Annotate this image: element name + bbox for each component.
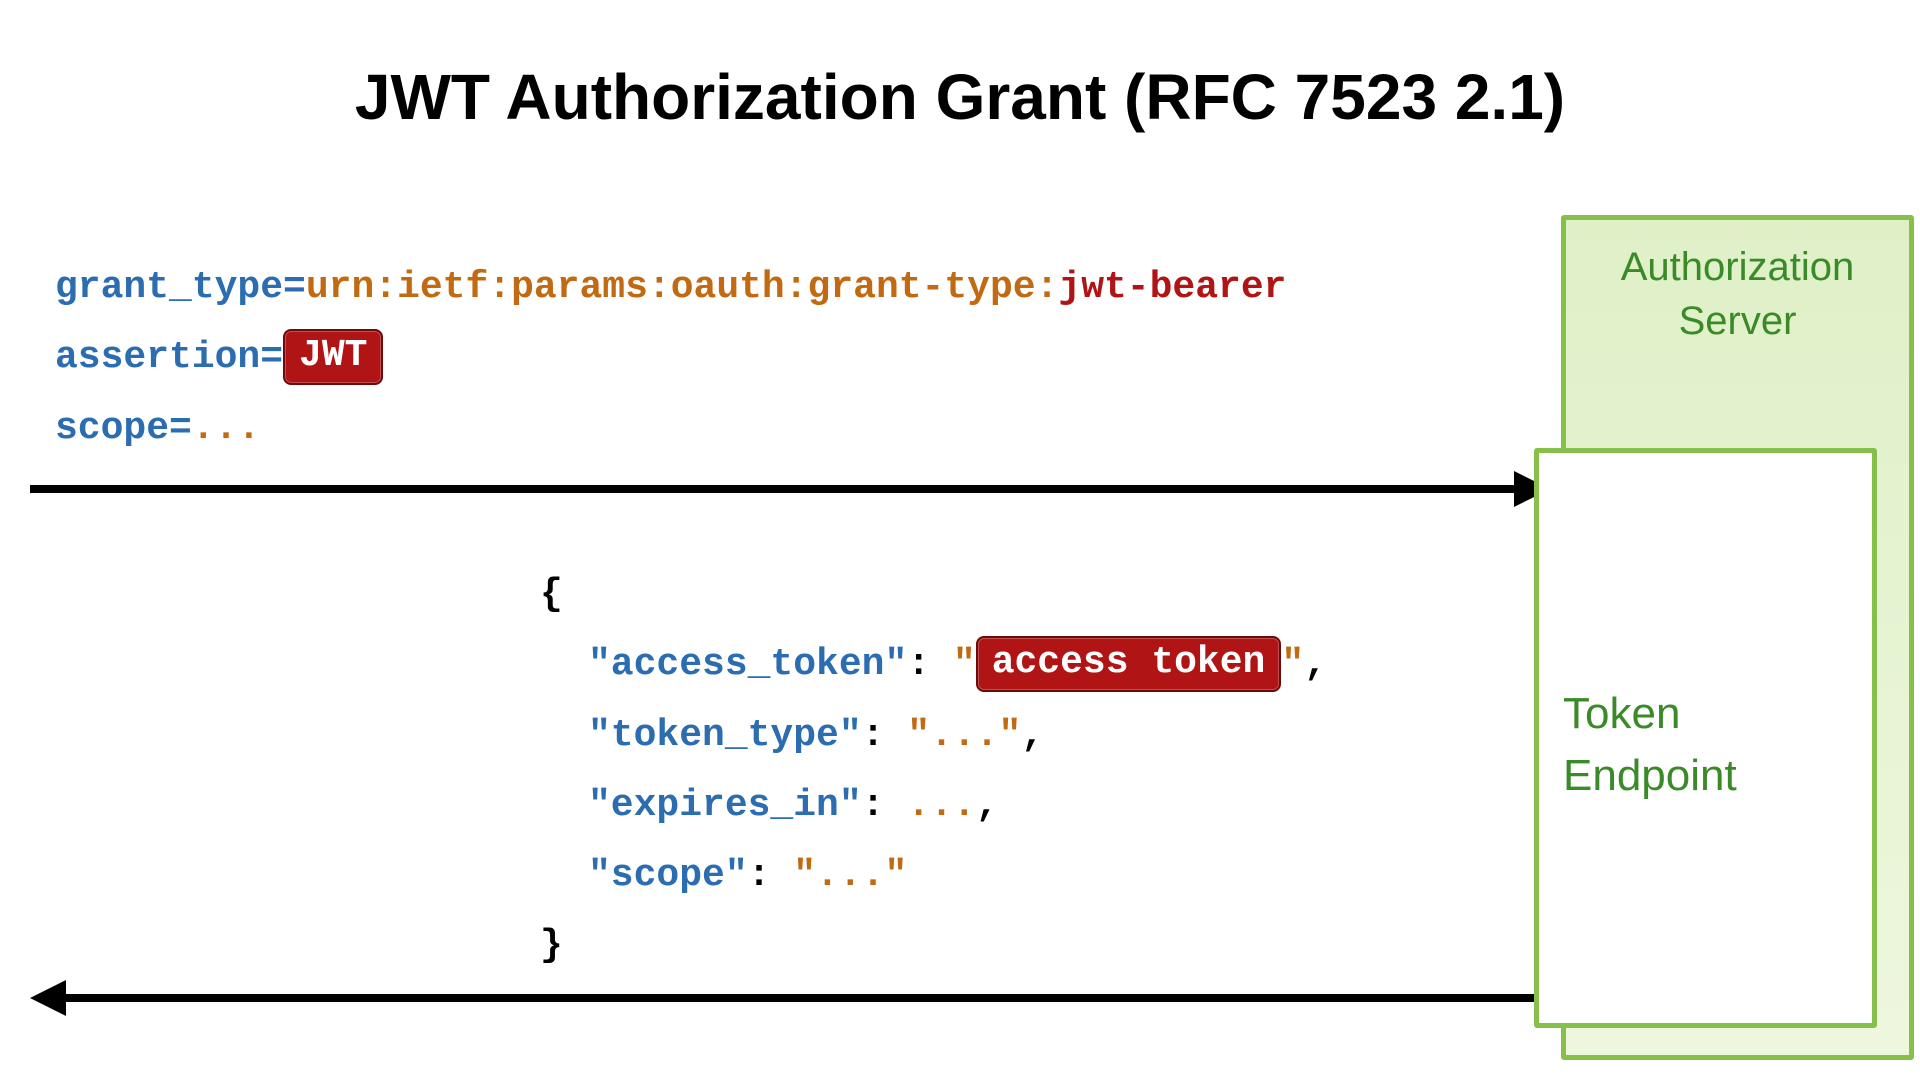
page-title: JWT Authorization Grant (RFC 7523 2.1) [0,60,1920,134]
json-close-brace: } [540,911,1327,981]
param-assertion: assertion=JWT [55,323,1286,393]
arrow-line [60,994,1550,1002]
param-key: grant_type [55,266,283,309]
json-colon: : [862,714,908,757]
param-value: ... [192,407,260,450]
json-field-scope: "scope": "..." [540,841,1327,911]
arrow-head-left-icon [30,980,66,1016]
json-quote: " [953,643,976,686]
param-value-suffix: jwt-bearer [1058,266,1286,309]
json-open-brace: { [540,560,1327,630]
jwt-chip: JWT [283,329,383,385]
access-token-chip: access token [976,636,1282,692]
json-colon: : [748,854,794,897]
json-comma: , [976,784,999,827]
token-endpoint-label: TokenEndpoint [1563,683,1737,806]
token-response-json: { "access_token": "access token", "token… [540,560,1327,982]
equals-sign: = [283,266,306,309]
param-scope: scope=... [55,394,1286,464]
token-request-params: grant_type=urn:ietf:params:oauth:grant-t… [55,253,1286,464]
json-field-expires-in: "expires_in": ..., [540,771,1327,841]
json-key: "expires_in" [588,784,862,827]
json-field-token-type: "token_type": "...", [540,701,1327,771]
json-quote: " [1281,643,1304,686]
json-value: "..." [907,714,1021,757]
json-comma: , [1021,714,1044,757]
json-key: "access_token" [588,643,907,686]
json-key: "token_type" [588,714,862,757]
authorization-server-label: AuthorizationServer [1566,240,1909,348]
response-arrow [30,988,1550,1008]
json-key: "scope" [588,854,748,897]
param-value-urn: urn:ietf:params:oauth:grant-type: [306,266,1059,309]
token-endpoint-box: TokenEndpoint [1534,448,1877,1028]
json-value: ... [907,784,975,827]
param-key: scope [55,407,169,450]
param-key: assertion [55,336,260,379]
json-value: "..." [793,854,907,897]
equals-sign: = [260,336,283,379]
equals-sign: = [169,407,192,450]
request-arrow [30,479,1550,499]
param-grant-type: grant_type=urn:ietf:params:oauth:grant-t… [55,253,1286,323]
json-colon: : [907,643,953,686]
json-field-access-token: "access_token": "access token", [540,630,1327,700]
json-colon: : [862,784,908,827]
arrow-line [30,485,1520,493]
json-comma: , [1304,643,1327,686]
